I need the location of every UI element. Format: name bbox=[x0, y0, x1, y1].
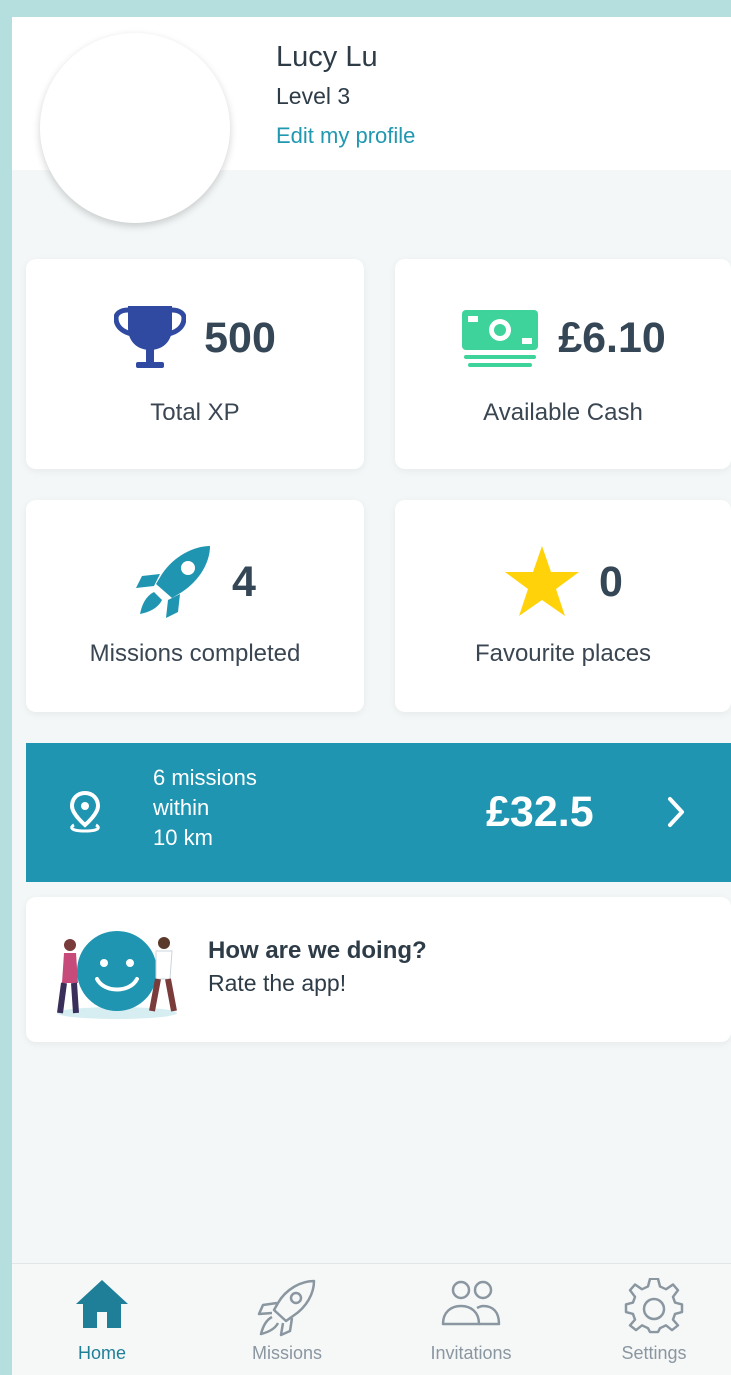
banner-within: within bbox=[153, 795, 210, 820]
gear-icon bbox=[624, 1278, 684, 1334]
banner-text: 6 missions within 10 km bbox=[153, 763, 257, 853]
available-cash-value: £6.10 bbox=[558, 313, 666, 362]
rocket-outline-icon bbox=[257, 1279, 316, 1337]
total-xp-card[interactable]: 500 Total XP bbox=[26, 259, 364, 469]
banner-missions-count: 6 missions bbox=[153, 765, 257, 790]
profile-level: Level 3 bbox=[276, 83, 351, 109]
available-cash-row: £6.10 bbox=[395, 303, 731, 373]
location-pin-icon bbox=[69, 791, 101, 833]
favourite-places-row: 0 bbox=[395, 542, 731, 622]
available-cash-card[interactable]: £6.10 Available Cash bbox=[395, 259, 731, 469]
missions-completed-card[interactable]: 4 Missions completed bbox=[26, 500, 364, 712]
smiley-illustration bbox=[57, 931, 177, 1019]
cash-icon bbox=[462, 310, 539, 367]
rate-subtitle: Rate the app! bbox=[208, 970, 347, 996]
favourite-places-value: 0 bbox=[599, 557, 623, 606]
tab-missions[interactable]: Missions bbox=[207, 1264, 367, 1375]
banner-distance: 10 km bbox=[153, 825, 213, 850]
favourite-places-card[interactable]: 0 Favourite places bbox=[395, 500, 731, 712]
available-cash-label: Available Cash bbox=[483, 399, 643, 426]
missions-completed-value: 4 bbox=[232, 557, 256, 606]
chevron-right-icon bbox=[668, 797, 684, 827]
avatar[interactable] bbox=[40, 33, 230, 223]
profile-name: Lucy Lu bbox=[276, 41, 378, 73]
total-xp-label: Total XP bbox=[150, 399, 240, 426]
favourite-places-label: Favourite places bbox=[474, 640, 652, 667]
rocket-icon bbox=[136, 546, 211, 618]
tab-settings-label: Settings bbox=[621, 1343, 687, 1363]
rate-title: How are we doing? bbox=[208, 937, 427, 964]
edit-profile-link[interactable]: Edit my profile bbox=[276, 123, 415, 149]
total-xp-row: 500 bbox=[26, 303, 364, 373]
tab-settings[interactable]: Settings bbox=[574, 1264, 731, 1375]
total-xp-value: 500 bbox=[204, 313, 276, 362]
tab-home-label: Home bbox=[77, 1343, 126, 1363]
tab-home[interactable]: Home bbox=[22, 1264, 182, 1375]
rate-app-card[interactable]: How are we doing? Rate the app! bbox=[26, 897, 731, 1042]
star-icon bbox=[505, 546, 580, 616]
home-screen: Lucy Lu Level 3 Edit my profile 500 Tota… bbox=[12, 17, 731, 1375]
tab-invitations[interactable]: Invitations bbox=[391, 1264, 551, 1375]
missions-completed-row: 4 bbox=[26, 542, 364, 622]
people-icon bbox=[441, 1280, 501, 1326]
missions-nearby-banner[interactable]: 6 missions within 10 km £32.5 bbox=[26, 743, 731, 882]
tab-missions-label: Missions bbox=[251, 1343, 322, 1363]
banner-amount: £32.5 bbox=[486, 788, 594, 836]
missions-completed-label: Missions completed bbox=[89, 640, 301, 667]
home-icon bbox=[76, 1280, 128, 1328]
tab-bar: Home Missions Invitations Settings bbox=[12, 1263, 731, 1375]
trophy-icon bbox=[114, 306, 187, 368]
tab-invitations-label: Invitations bbox=[430, 1343, 512, 1363]
